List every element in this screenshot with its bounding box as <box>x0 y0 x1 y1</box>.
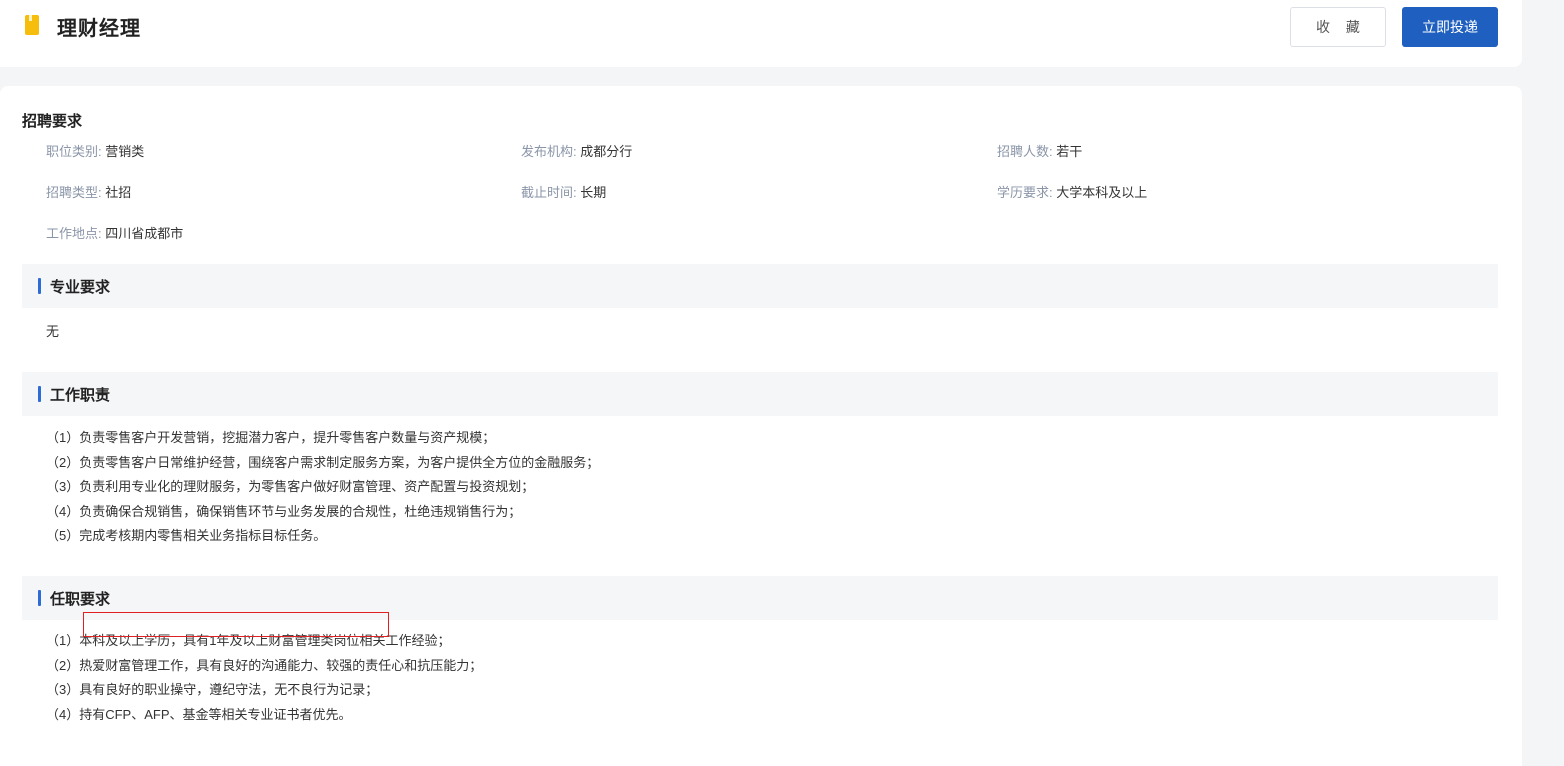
info-publisher: 发布机构: 成都分行 <box>521 144 632 160</box>
requirements-heading: 招聘要求 <box>22 113 83 130</box>
list-item: （2）热爱财富管理工作，具有良好的沟通能力、较强的责任心和抗压能力； <box>46 657 483 673</box>
info-education: 学历要求: 大学本科及以上 <box>997 185 1147 201</box>
apply-now-button[interactable]: 立即投递 <box>1402 7 1498 47</box>
section-accent-bar <box>38 278 41 294</box>
section-header-major: 专业要求 <box>22 264 1498 308</box>
duties-list: （1）负责零售客户开发营销，挖掘潜力客户，提升零售客户数量与资产规模； （2）负… <box>46 426 599 549</box>
info-headcount: 招聘人数: 若干 <box>997 144 1082 160</box>
info-value: 大学本科及以上 <box>1056 185 1148 200</box>
section-header-duties: 工作职责 <box>22 372 1498 416</box>
qualifications-list: （1）本科及以上学历，具有1年及以上财富管理类岗位相关工作经验； （2）热爱财富… <box>46 629 482 727</box>
highlight-annotation-box <box>83 612 389 637</box>
list-item: （4）持有CFP、AFP、基金等相关专业证书者优先。 <box>46 706 352 722</box>
section-title: 任职要求 <box>50 591 111 608</box>
info-value: 长期 <box>580 185 607 200</box>
info-value: 四川省成都市 <box>105 226 184 241</box>
list-item: （4）负责确保合规销售，确保销售环节与业务发展的合规性，杜绝违规销售行为； <box>46 503 522 519</box>
info-key: 工作地点: <box>46 226 102 241</box>
collect-button[interactable]: 收 藏 <box>1290 7 1386 47</box>
info-key: 招聘人数: <box>997 144 1053 159</box>
section-title: 工作职责 <box>50 387 111 404</box>
list-item: （3）负责利用专业化的理财服务，为零售客户做好财富管理、资产配置与投资规划； <box>46 479 535 494</box>
info-job-category: 职位类别: 营销类 <box>46 144 144 160</box>
section-title: 专业要求 <box>50 279 111 296</box>
info-value: 若干 <box>1056 144 1083 159</box>
info-value: 营销类 <box>105 144 145 159</box>
info-key: 招聘类型: <box>46 185 102 200</box>
list-item: （1）负责零售客户开发营销，挖掘潜力客户，提升零售客户数量与资产规模； <box>46 430 496 445</box>
major-text: 无 <box>46 324 60 339</box>
section-accent-bar <box>38 590 41 606</box>
info-deadline: 截止时间: 长期 <box>521 185 606 201</box>
info-location: 工作地点: 四川省成都市 <box>46 226 183 242</box>
info-value: 成都分行 <box>580 144 633 159</box>
job-detail-card: 招聘要求 职位类别: 营销类 发布机构: 成都分行 招聘人数: 若干 招聘类型:… <box>0 86 1522 766</box>
job-header: 理财经理 收 藏 立即投递 <box>0 0 1522 67</box>
section-accent-bar <box>38 386 41 402</box>
list-item: （5）完成考核期内零售相关业务指标目标任务。 <box>46 528 327 543</box>
page-title: 理财经理 <box>57 18 141 40</box>
info-value: 社招 <box>105 185 132 200</box>
list-item: （2）负责零售客户日常维护经营，围绕客户需求制定服务方案，为客户提供全方位的金融… <box>46 454 600 470</box>
info-recruit-type: 招聘类型: 社招 <box>46 185 131 201</box>
info-key: 学历要求: <box>997 185 1053 200</box>
info-key: 截止时间: <box>521 185 577 200</box>
list-item: （3）具有良好的职业操守，遵纪守法，无不良行为记录； <box>46 682 379 697</box>
info-key: 发布机构: <box>521 144 577 159</box>
info-key: 职位类别: <box>46 144 102 159</box>
bookmark-icon <box>25 15 39 35</box>
